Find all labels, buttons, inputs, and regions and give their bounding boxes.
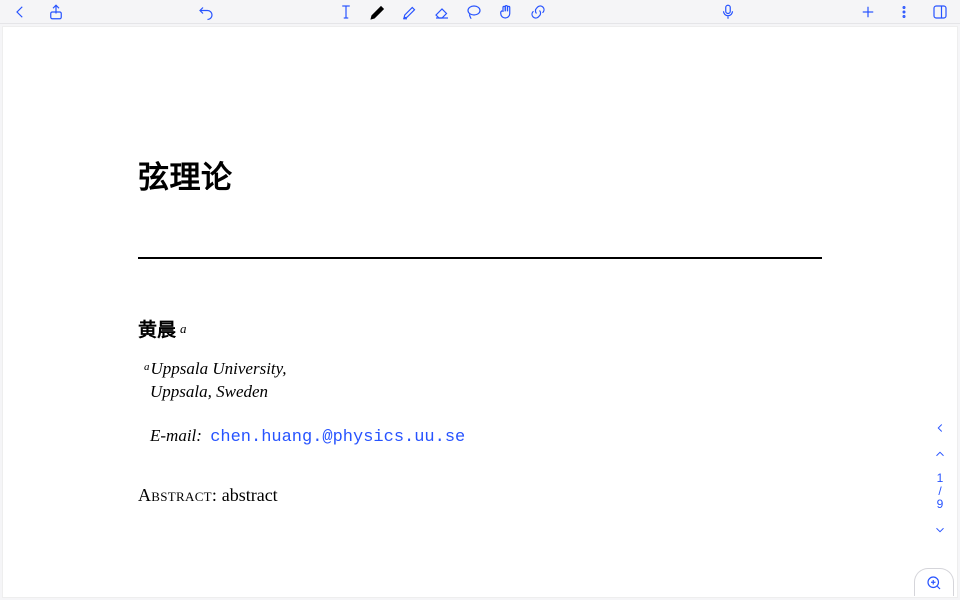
toolbar-left-group — [10, 2, 66, 22]
eraser-tool-icon[interactable] — [432, 2, 452, 22]
email-label: E-mail: — [150, 426, 202, 445]
toolbar-tools-group — [336, 2, 548, 22]
abstract-row: Abstract: abstract — [138, 485, 822, 506]
page-total: 9 — [937, 498, 944, 511]
more-vertical-icon[interactable] — [894, 2, 914, 22]
title-rule — [138, 257, 822, 259]
document-page: 弦理论 黄晨a aUppsala University, Uppsala, Sw… — [2, 26, 958, 598]
affil-line2: Uppsala, Sweden — [144, 381, 822, 404]
collapse-icon[interactable] — [932, 420, 948, 436]
pen-tool-icon[interactable] — [368, 2, 388, 22]
text-tool-icon[interactable] — [336, 2, 356, 22]
email-value[interactable]: chen.huang.@physics.uu.se — [206, 428, 465, 447]
abstract-text: abstract — [222, 485, 278, 505]
email-row: E-mail: chen.huang.@physics.uu.se — [138, 426, 822, 447]
highlighter-tool-icon[interactable] — [400, 2, 420, 22]
author-line: 黄晨a — [138, 315, 822, 342]
hand-tool-icon[interactable] — [496, 2, 516, 22]
plus-icon[interactable] — [858, 2, 878, 22]
toolbar-undo-group — [196, 2, 216, 22]
share-icon[interactable] — [46, 2, 66, 22]
affiliation: aUppsala University, Uppsala, Sweden — [138, 358, 822, 404]
page-up-icon[interactable] — [932, 446, 948, 462]
sidebar-panel-icon[interactable] — [930, 2, 950, 22]
toolbar — [0, 0, 960, 24]
back-icon[interactable] — [10, 2, 30, 22]
affil-line1: Uppsala University, — [151, 359, 287, 378]
page-nav: 1 / 9 — [932, 420, 948, 538]
author-name: 黄晨 — [138, 320, 176, 341]
page-indicator: 1 / 9 — [937, 472, 944, 512]
microphone-icon[interactable] — [718, 2, 738, 22]
undo-icon[interactable] — [196, 2, 216, 22]
document-title: 弦理论 — [138, 152, 822, 197]
abstract-label: Abstract: — [138, 485, 217, 505]
toolbar-mic-group — [718, 2, 738, 22]
lasso-tool-icon[interactable] — [464, 2, 484, 22]
link-tool-icon[interactable] — [528, 2, 548, 22]
page-down-icon[interactable] — [932, 522, 948, 538]
author-sup: a — [176, 321, 187, 336]
zoom-button[interactable] — [914, 568, 954, 596]
toolbar-right-group — [858, 2, 950, 22]
